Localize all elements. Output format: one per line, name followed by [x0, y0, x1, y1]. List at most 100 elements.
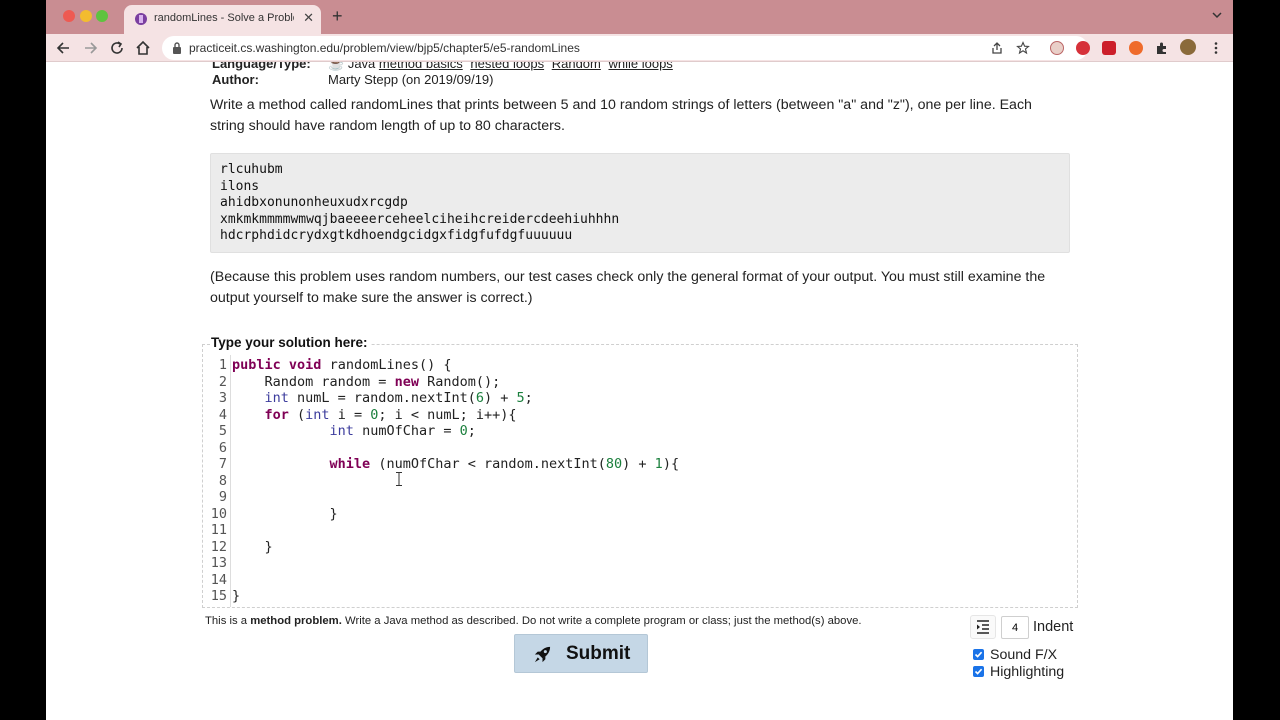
- line-number: 13: [210, 555, 227, 571]
- sound-fx-checkbox[interactable]: [973, 649, 984, 660]
- line-number: 8: [218, 472, 227, 489]
- method-note-prefix: This is a: [205, 615, 251, 627]
- line-number: 5: [218, 423, 227, 439]
- language-value: ☕ Java method basics nested loops Random…: [328, 62, 677, 72]
- browser-window: randomLines - Solve a Problem ✕ + practi: [46, 0, 1233, 720]
- line-number: 11: [210, 522, 227, 538]
- address-bar[interactable]: practiceit.cs.washington.edu/problem/vie…: [162, 36, 1088, 60]
- back-icon[interactable]: [55, 39, 73, 57]
- sample-output-line: hdcrphdidcrydxgtkdhoendgcidgxfidgfufdgfu…: [220, 228, 573, 244]
- url-text[interactable]: practiceit.cs.washington.edu/problem/vie…: [189, 41, 580, 55]
- submit-button[interactable]: Submit: [514, 634, 648, 673]
- line-number: 3: [218, 390, 227, 406]
- rocket-icon: [534, 646, 551, 663]
- tag-link[interactable]: Random: [552, 62, 601, 71]
- extension-icon-4[interactable]: [1129, 41, 1143, 55]
- reload-icon[interactable]: [108, 39, 126, 57]
- code-editor[interactable]: 1 2 3 4 5 6 7 8 9 10 11 12 13 14 15 public void random…: [202, 344, 1078, 608]
- close-window-button[interactable]: [63, 10, 75, 22]
- star-icon[interactable]: [1016, 41, 1030, 55]
- kebab-menu-icon[interactable]: [1209, 41, 1223, 55]
- code-line[interactable]: [232, 555, 679, 572]
- author-row: Author: Marty Stepp (on 2019/09/19): [46, 72, 746, 88]
- method-note-bold: method problem.: [250, 615, 342, 627]
- checkmark-icon: [974, 668, 983, 675]
- checkmark-icon: [974, 651, 983, 658]
- code-line[interactable]: [232, 440, 679, 457]
- line-number: 15: [210, 588, 227, 604]
- indent-label: Indent: [1033, 619, 1074, 635]
- minimize-window-button[interactable]: [80, 10, 92, 22]
- line-number: 1: [218, 357, 227, 373]
- profile-avatar[interactable]: [1180, 39, 1196, 55]
- method-note-rest: Write a Java method as described. Do not…: [341, 615, 862, 627]
- sound-fx-label[interactable]: Sound F/X: [990, 647, 1057, 663]
- code-line[interactable]: int numOfChar = 0;: [232, 423, 679, 440]
- active-tab[interactable]: randomLines - Solve a Problem ✕: [124, 5, 321, 34]
- extension-icon-1[interactable]: [1050, 41, 1064, 55]
- sample-output-line: ahidbxonunonheuxudxrcgdp: [220, 195, 408, 211]
- sample-output: rlcuhubm ilons ahidbxonunonheuxudxrcgdp …: [210, 153, 1070, 253]
- submit-label: Submit: [566, 643, 631, 664]
- page-content: Language/Type: ☕ Java method basics nest…: [46, 62, 1233, 720]
- sample-output-line: ilons: [220, 178, 260, 194]
- tag-link[interactable]: nested loops: [470, 62, 544, 71]
- language-text: Java: [347, 62, 376, 71]
- line-number: 4: [218, 406, 227, 423]
- browser-toolbar: practiceit.cs.washington.edu/problem/vie…: [46, 34, 1233, 62]
- puzzle-icon[interactable]: [1155, 41, 1169, 55]
- java-icon: ☕: [328, 62, 345, 71]
- language-row: Language/Type: ☕ Java method basics nest…: [46, 62, 746, 72]
- highlighting-label[interactable]: Highlighting: [990, 664, 1064, 680]
- line-number: 9: [218, 489, 227, 505]
- line-number: 12: [210, 538, 227, 555]
- code-line[interactable]: for (int i = 0; i < numL; i++){: [232, 407, 679, 424]
- line-number: 2: [218, 373, 227, 390]
- tab-close-icon[interactable]: ✕: [303, 10, 314, 26]
- tag-link[interactable]: method basics: [379, 62, 463, 71]
- indent-size-input[interactable]: [1001, 616, 1029, 639]
- problem-description: Write a method called randomLines that p…: [210, 97, 1032, 134]
- chevron-down-icon[interactable]: [1211, 9, 1223, 21]
- code-line[interactable]: int numL = random.nextInt(6) + 5;: [232, 390, 679, 407]
- line-number-gutter: 1 2 3 4 5 6 7 8 9 10 11 12 13 14 15: [203, 357, 227, 605]
- code-area[interactable]: public void randomLines() { Random rando…: [232, 357, 679, 605]
- sample-output-line: rlcuhubm: [220, 162, 283, 177]
- tab-bar: randomLines - Solve a Problem ✕ +: [46, 0, 1233, 34]
- indent-icon: [977, 620, 989, 634]
- code-line[interactable]: }: [232, 539, 679, 556]
- forward-icon[interactable]: [81, 39, 99, 57]
- author-value: Marty Stepp (on 2019/09/19): [328, 72, 494, 87]
- line-number: 14: [210, 571, 227, 588]
- maximize-window-button[interactable]: [96, 10, 108, 22]
- highlighting-checkbox[interactable]: [973, 666, 984, 677]
- gutter-divider: [230, 355, 231, 607]
- code-line[interactable]: while (numOfChar < random.nextInt(80) + …: [232, 456, 680, 473]
- adblock-icon[interactable]: [1076, 41, 1090, 55]
- code-line[interactable]: [232, 473, 679, 490]
- indent-button[interactable]: [970, 615, 996, 639]
- code-line[interactable]: }: [232, 588, 679, 605]
- new-tab-button[interactable]: +: [332, 6, 343, 27]
- line-number: 7: [218, 456, 227, 472]
- video-extension-icon[interactable]: [1102, 41, 1116, 55]
- method-problem-note: This is a method problem. Write a Java m…: [205, 615, 862, 627]
- random-note: (Because this problem uses random number…: [210, 269, 1046, 306]
- practiceit-favicon-icon: [135, 13, 147, 25]
- line-number: 6: [218, 439, 227, 456]
- home-icon[interactable]: [134, 39, 152, 57]
- code-line[interactable]: }: [232, 506, 679, 523]
- solution-label: Type your solution here:: [211, 335, 370, 350]
- tab-title: randomLines - Solve a Problem: [154, 12, 294, 24]
- code-line[interactable]: [232, 522, 679, 539]
- tag-link[interactable]: while loops: [608, 62, 672, 71]
- code-line[interactable]: [232, 572, 679, 589]
- code-line[interactable]: [232, 489, 679, 506]
- code-line[interactable]: public void randomLines() {: [232, 357, 679, 374]
- line-number: 10: [210, 505, 227, 522]
- author-label: Author:: [212, 72, 259, 87]
- share-icon[interactable]: [990, 41, 1004, 55]
- lock-icon[interactable]: [172, 42, 182, 54]
- code-line[interactable]: Random random = new Random();: [232, 374, 679, 391]
- text-cursor-icon: [396, 472, 402, 486]
